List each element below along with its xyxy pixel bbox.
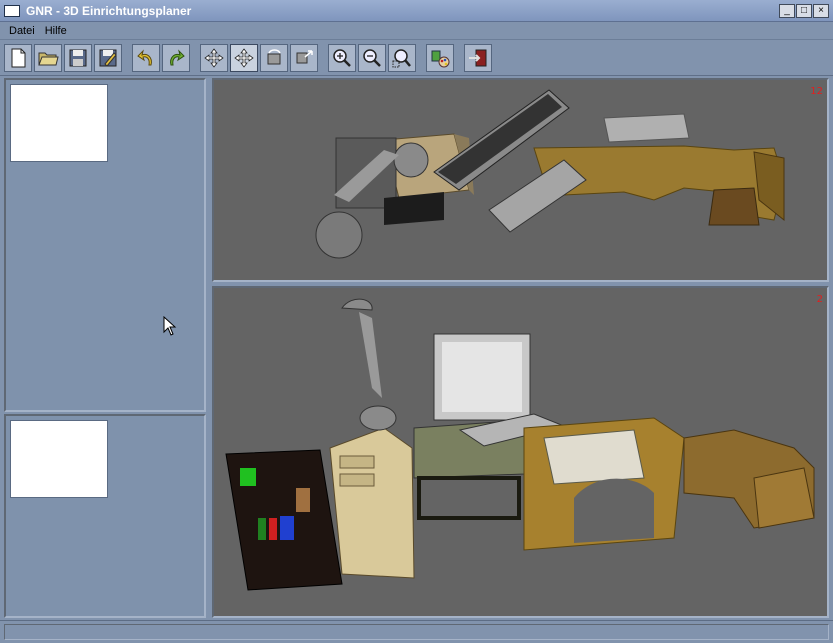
- zoom-out-button[interactable]: [358, 43, 386, 72]
- material-list-panel[interactable]: [4, 414, 206, 618]
- move-active-button[interactable]: [230, 43, 258, 72]
- redo-button[interactable]: [162, 43, 190, 72]
- materials-button[interactable]: [426, 43, 454, 72]
- maximize-button[interactable]: □: [796, 4, 812, 18]
- mouse-cursor-icon: [163, 316, 177, 336]
- move-arrows-icon: [204, 47, 224, 68]
- new-document-icon: [11, 48, 26, 67]
- top-viewport-label: 12: [810, 86, 823, 97]
- app-icon: [4, 4, 20, 17]
- close-button[interactable]: ×: [813, 4, 829, 18]
- rotate-button[interactable]: [260, 43, 288, 72]
- new-file-button[interactable]: [4, 43, 32, 72]
- move-button[interactable]: [200, 43, 228, 72]
- menu-datei[interactable]: Datei: [4, 25, 40, 37]
- move-arrows-active-icon: [234, 47, 254, 68]
- zoom-fit-icon: [392, 48, 411, 67]
- zoom-in-button[interactable]: [328, 43, 356, 72]
- bottom-viewport[interactable]: 2: [212, 286, 829, 618]
- zoom-fit-button[interactable]: [388, 43, 416, 72]
- edit-document-icon: [99, 49, 117, 67]
- redo-icon: [170, 48, 185, 65]
- palette-icon: [431, 50, 450, 67]
- material-preview-thumbnail[interactable]: [10, 420, 108, 498]
- top-view-scene: [315, 89, 785, 259]
- open-folder-icon: [38, 52, 59, 65]
- menu-bar: Datei Hilfe: [0, 22, 833, 40]
- save-file-button[interactable]: [64, 43, 92, 72]
- status-bar: [0, 620, 833, 643]
- exit-door-icon: [469, 49, 487, 66]
- toolbar: [0, 40, 833, 76]
- rotate-icon: [267, 48, 281, 64]
- undo-icon: [137, 48, 152, 65]
- bottom-viewport-label: 2: [816, 294, 823, 305]
- status-field: [4, 624, 829, 640]
- object-preview-thumbnail[interactable]: [10, 84, 108, 162]
- menu-hilfe[interactable]: Hilfe: [40, 25, 72, 37]
- scale-button[interactable]: [290, 43, 318, 72]
- top-viewport[interactable]: 12: [212, 78, 829, 282]
- zoom-out-icon: [363, 48, 381, 67]
- perspective-view-scene: [225, 298, 815, 591]
- open-file-button[interactable]: [34, 43, 62, 72]
- scale-icon: [296, 49, 313, 63]
- left-panel: [4, 78, 206, 618]
- exit-button[interactable]: [464, 43, 492, 72]
- zoom-in-icon: [333, 48, 351, 67]
- window-title: GNR - 3D Einrichtungsplaner: [26, 3, 192, 18]
- title-bar: GNR - 3D Einrichtungsplaner _ □ ×: [0, 0, 833, 22]
- edit-file-button[interactable]: [94, 43, 122, 72]
- window-controls: _ □ ×: [779, 4, 829, 18]
- object-list-panel[interactable]: [4, 78, 206, 412]
- minimize-button[interactable]: _: [779, 4, 795, 18]
- undo-button[interactable]: [132, 43, 160, 72]
- save-disk-icon: [69, 49, 87, 66]
